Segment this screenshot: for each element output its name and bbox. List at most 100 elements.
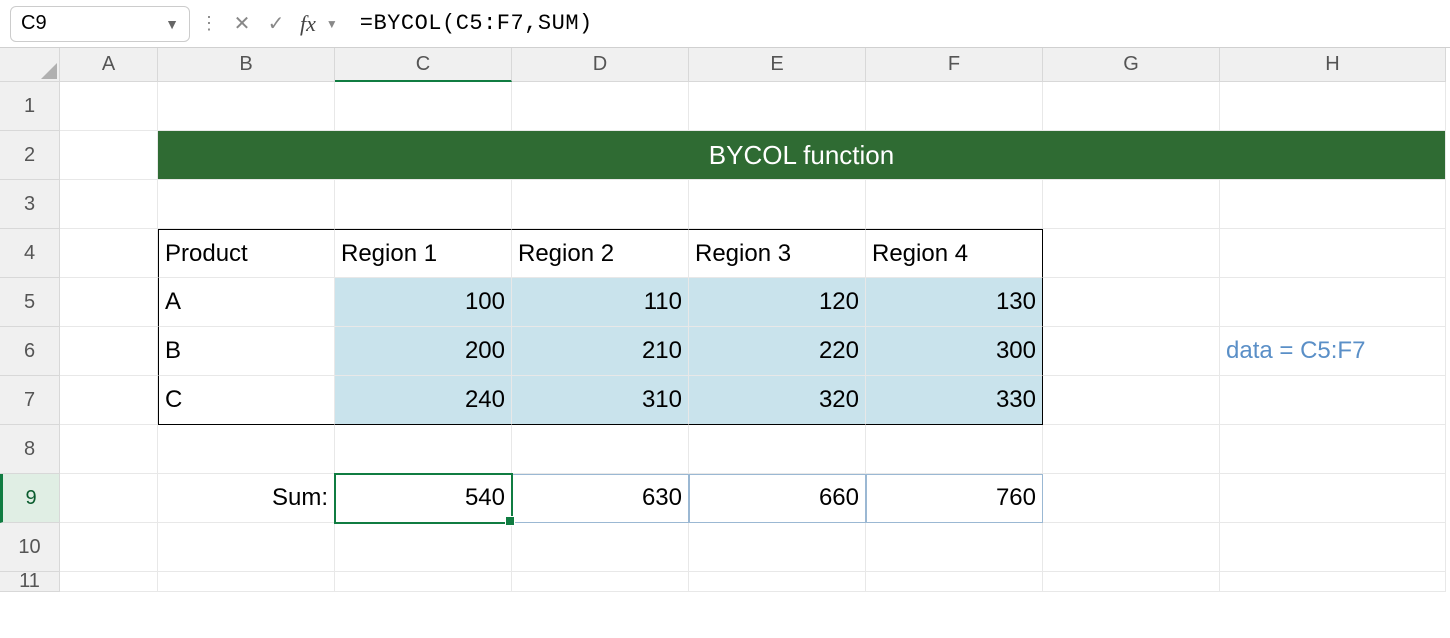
chevron-down-icon[interactable]: ▼ bbox=[326, 17, 338, 31]
table-header[interactable]: Region 3 bbox=[689, 229, 866, 278]
table-header[interactable]: Product bbox=[158, 229, 335, 278]
cell[interactable] bbox=[866, 425, 1043, 474]
cell[interactable] bbox=[60, 327, 158, 376]
col-header[interactable]: H bbox=[1220, 48, 1446, 82]
cell[interactable] bbox=[60, 376, 158, 425]
row-header[interactable]: 2 bbox=[0, 131, 60, 180]
cell[interactable] bbox=[866, 572, 1043, 592]
row-header[interactable]: 3 bbox=[0, 180, 60, 229]
formula-input[interactable] bbox=[352, 6, 1440, 42]
cell[interactable] bbox=[1043, 523, 1220, 572]
cell[interactable] bbox=[60, 131, 158, 180]
cell[interactable] bbox=[512, 180, 689, 229]
cell[interactable] bbox=[335, 572, 512, 592]
fx-icon[interactable]: fx bbox=[296, 11, 320, 37]
cell[interactable] bbox=[335, 523, 512, 572]
cell[interactable] bbox=[60, 229, 158, 278]
row-header[interactable]: 11 bbox=[0, 572, 60, 592]
table-cell[interactable]: 300 bbox=[866, 327, 1043, 376]
table-cell[interactable]: 130 bbox=[866, 278, 1043, 327]
select-all-corner[interactable] bbox=[0, 48, 60, 82]
table-row[interactable]: C bbox=[158, 376, 335, 425]
table-cell[interactable]: 310 bbox=[512, 376, 689, 425]
sum-cell[interactable]: 760 bbox=[866, 474, 1043, 523]
table-header[interactable]: Region 2 bbox=[512, 229, 689, 278]
table-cell[interactable]: 330 bbox=[866, 376, 1043, 425]
cell[interactable] bbox=[158, 425, 335, 474]
cell[interactable] bbox=[60, 474, 158, 523]
cell[interactable] bbox=[60, 425, 158, 474]
cell[interactable] bbox=[512, 425, 689, 474]
row-header[interactable]: 8 bbox=[0, 425, 60, 474]
table-cell[interactable]: 200 bbox=[335, 327, 512, 376]
cell[interactable] bbox=[689, 572, 866, 592]
cell[interactable] bbox=[1220, 278, 1446, 327]
sum-label[interactable]: Sum: bbox=[158, 474, 335, 523]
cell[interactable] bbox=[512, 523, 689, 572]
cancel-icon[interactable]: ✕ bbox=[228, 10, 256, 38]
col-header[interactable]: C bbox=[335, 48, 512, 82]
cell[interactable] bbox=[60, 278, 158, 327]
cell[interactable] bbox=[1043, 327, 1220, 376]
cell[interactable] bbox=[512, 82, 689, 131]
row-header[interactable]: 4 bbox=[0, 229, 60, 278]
cell[interactable] bbox=[1220, 180, 1446, 229]
table-cell[interactable]: 220 bbox=[689, 327, 866, 376]
cell[interactable] bbox=[60, 180, 158, 229]
col-header[interactable]: G bbox=[1043, 48, 1220, 82]
row-header[interactable]: 5 bbox=[0, 278, 60, 327]
spreadsheet-grid[interactable]: A B C D E F G H 1 2 BYCOL function 3 4 P… bbox=[0, 48, 1450, 592]
table-cell[interactable]: 320 bbox=[689, 376, 866, 425]
cell[interactable] bbox=[60, 523, 158, 572]
cell[interactable] bbox=[1043, 572, 1220, 592]
sum-cell[interactable]: 660 bbox=[689, 474, 866, 523]
cell[interactable] bbox=[60, 572, 158, 592]
table-row[interactable]: A bbox=[158, 278, 335, 327]
cell[interactable] bbox=[689, 425, 866, 474]
cell[interactable] bbox=[1043, 82, 1220, 131]
cell[interactable] bbox=[335, 180, 512, 229]
table-cell[interactable]: 110 bbox=[512, 278, 689, 327]
cell[interactable] bbox=[1220, 229, 1446, 278]
cell[interactable] bbox=[158, 572, 335, 592]
table-cell[interactable]: 240 bbox=[335, 376, 512, 425]
cell[interactable] bbox=[1043, 229, 1220, 278]
cell[interactable] bbox=[689, 523, 866, 572]
cell[interactable] bbox=[512, 572, 689, 592]
cell[interactable] bbox=[158, 82, 335, 131]
cell[interactable] bbox=[1220, 572, 1446, 592]
table-header[interactable]: Region 1 bbox=[335, 229, 512, 278]
col-header[interactable]: A bbox=[60, 48, 158, 82]
cell[interactable] bbox=[60, 82, 158, 131]
col-header[interactable]: E bbox=[689, 48, 866, 82]
cell[interactable] bbox=[335, 425, 512, 474]
table-header[interactable]: Region 4 bbox=[866, 229, 1043, 278]
cell[interactable] bbox=[1043, 278, 1220, 327]
sum-cell[interactable]: 630 bbox=[512, 474, 689, 523]
col-header[interactable]: B bbox=[158, 48, 335, 82]
row-header[interactable]: 10 bbox=[0, 523, 60, 572]
cell[interactable] bbox=[866, 180, 1043, 229]
cell[interactable] bbox=[1220, 376, 1446, 425]
cell[interactable] bbox=[689, 82, 866, 131]
cell[interactable] bbox=[866, 523, 1043, 572]
col-header[interactable]: F bbox=[866, 48, 1043, 82]
cell[interactable] bbox=[1220, 425, 1446, 474]
table-row[interactable]: B bbox=[158, 327, 335, 376]
cell[interactable] bbox=[1220, 82, 1446, 131]
sum-cell-active[interactable]: 540 bbox=[335, 474, 512, 523]
cell[interactable] bbox=[158, 180, 335, 229]
table-cell[interactable]: 210 bbox=[512, 327, 689, 376]
col-header[interactable]: D bbox=[512, 48, 689, 82]
cell[interactable] bbox=[1220, 523, 1446, 572]
cell[interactable] bbox=[1043, 474, 1220, 523]
title-cell[interactable]: BYCOL function bbox=[158, 131, 1446, 180]
cell[interactable] bbox=[1043, 425, 1220, 474]
row-header[interactable]: 6 bbox=[0, 327, 60, 376]
accept-icon[interactable]: ✓ bbox=[262, 10, 290, 38]
cell[interactable] bbox=[866, 82, 1043, 131]
chevron-down-icon[interactable]: ▼ bbox=[165, 16, 179, 32]
cell[interactable] bbox=[689, 180, 866, 229]
cell[interactable] bbox=[1220, 474, 1446, 523]
table-cell[interactable]: 100 bbox=[335, 278, 512, 327]
